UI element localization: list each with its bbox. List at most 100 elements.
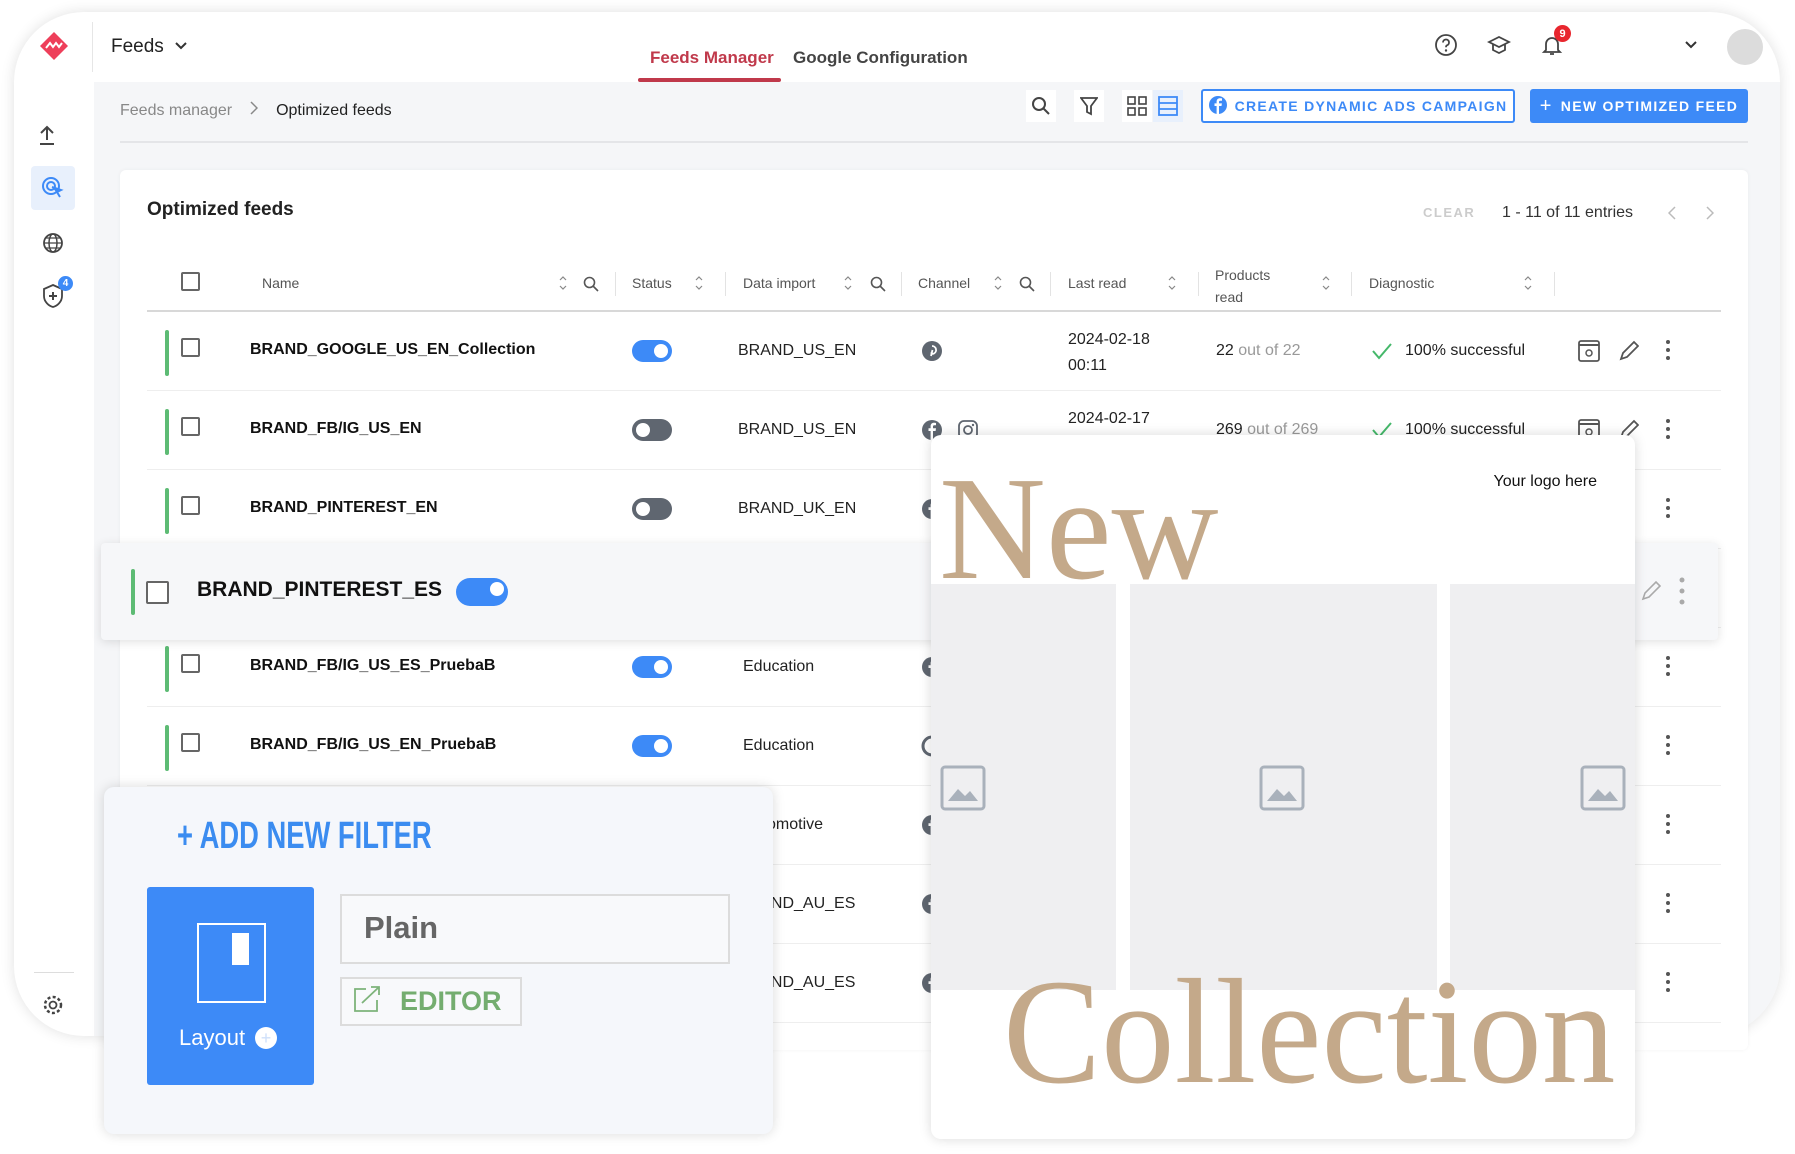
status-toggle[interactable] — [456, 578, 508, 606]
upload-icon[interactable] — [34, 122, 60, 148]
column-separator — [1050, 272, 1051, 296]
sort-icon[interactable] — [1167, 274, 1177, 292]
feed-name[interactable]: BRAND_FB/IG_US_ES_PruebaB — [250, 657, 495, 675]
products-total: out of 22 — [1238, 342, 1301, 359]
preview-eye-icon[interactable] — [1578, 340, 1600, 362]
create-dynamic-ads-campaign-button[interactable]: CREATE DYNAMIC ADS CAMPAIGN — [1201, 89, 1515, 123]
table-row[interactable]: BRAND_GOOGLE_US_EN_Collection BRAND_US_EN… — [147, 312, 1721, 391]
more-options-icon[interactable] — [1677, 575, 1687, 607]
globe-icon[interactable] — [40, 230, 66, 256]
feed-name[interactable]: BRAND_PINTEREST_EN — [250, 499, 438, 517]
more-options-icon[interactable] — [1665, 971, 1671, 993]
shield-badge: 4 — [58, 276, 73, 291]
more-options-icon[interactable] — [1665, 892, 1671, 914]
image-placeholder-icon — [1259, 765, 1305, 811]
add-layout-plus-icon[interactable]: + — [255, 1027, 278, 1049]
grid-view-icon[interactable] — [1122, 90, 1152, 122]
facebook-icon — [1208, 95, 1227, 117]
layout-icon — [197, 923, 266, 1003]
status-bar — [165, 330, 169, 376]
more-options-icon[interactable] — [1665, 734, 1671, 756]
select-all-checkbox[interactable] — [181, 272, 200, 291]
feed-name[interactable]: BRAND_PINTEREST_ES — [197, 578, 442, 602]
divider — [92, 22, 93, 72]
external-edit-icon — [352, 985, 382, 1018]
column-header-data-import[interactable]: Data import — [743, 275, 815, 291]
row-checkbox[interactable] — [181, 338, 200, 357]
column-separator — [1198, 272, 1199, 296]
pagination-entries: 1 - 11 of 11 entries — [1502, 204, 1634, 221]
column-search-icon[interactable] — [1019, 276, 1035, 292]
avatar[interactable] — [1727, 29, 1763, 65]
logo-placeholder: Your logo here — [1493, 473, 1598, 490]
breadcrumb-parent[interactable]: Feeds manager — [120, 102, 232, 120]
academy-hat-icon[interactable] — [1486, 32, 1512, 58]
list-view-icon[interactable] — [1153, 90, 1183, 122]
template-preview: Your logo here New Collection — [931, 435, 1635, 1139]
editor-button[interactable]: EDITOR — [340, 977, 522, 1026]
sort-icon[interactable] — [1523, 274, 1533, 292]
status-bar — [165, 488, 169, 534]
row-checkbox[interactable] — [181, 654, 200, 673]
feed-name[interactable]: BRAND_GOOGLE_US_EN_Collection — [250, 341, 535, 359]
sort-icon[interactable] — [993, 274, 1003, 292]
template-name-input[interactable]: Plain — [340, 894, 730, 964]
column-search-icon[interactable] — [870, 276, 886, 292]
breadcrumb-current: Optimized feeds — [276, 101, 392, 119]
more-options-icon[interactable] — [1665, 813, 1671, 835]
status-bar — [165, 409, 169, 455]
image-placeholder-icon — [940, 765, 986, 811]
headline-collection: Collection — [1003, 949, 1616, 1115]
prev-page-icon[interactable] — [1666, 204, 1678, 222]
status-toggle[interactable] — [632, 735, 672, 757]
next-page-icon[interactable] — [1704, 204, 1716, 222]
new-optimized-feed-button[interactable]: + NEW OPTIMIZED FEED — [1530, 89, 1748, 123]
edit-pencil-icon[interactable] — [1637, 577, 1663, 605]
more-options-icon[interactable] — [1665, 497, 1671, 519]
sort-icon[interactable] — [694, 274, 704, 292]
status-toggle[interactable] — [632, 498, 672, 520]
help-icon[interactable] — [1433, 32, 1459, 58]
status-toggle[interactable] — [632, 419, 672, 441]
sidebar-item-optimize-cursor-icon[interactable] — [31, 166, 75, 210]
more-options-icon[interactable] — [1665, 655, 1671, 677]
filter-icon[interactable] — [1074, 90, 1104, 122]
row-checkbox[interactable] — [181, 496, 200, 515]
chevron-right-icon — [250, 101, 259, 120]
app-menu-dropdown[interactable]: Feeds — [111, 36, 188, 58]
clear-button[interactable]: CLEAR — [1423, 205, 1475, 220]
tab-google-configuration[interactable]: Google Configuration — [793, 48, 968, 68]
data-import: BRAND_UK_EN — [738, 500, 857, 517]
sort-icon[interactable] — [843, 274, 853, 292]
column-header-status[interactable]: Status — [632, 275, 672, 291]
row-checkbox[interactable] — [181, 733, 200, 752]
account-chevron-down-icon[interactable] — [1682, 38, 1700, 52]
column-search-icon[interactable] — [583, 276, 599, 292]
sort-icon[interactable] — [1321, 274, 1331, 292]
column-separator — [901, 272, 902, 296]
column-header-name[interactable]: Name — [262, 275, 299, 291]
filter-panel: + ADD NEW FILTER Layout + Plain EDITOR — [104, 787, 773, 1134]
row-checkbox[interactable] — [146, 581, 169, 604]
tab-feeds-manager[interactable]: Feeds Manager — [650, 48, 774, 68]
column-header-diagnostic[interactable]: Diagnostic — [1369, 275, 1434, 291]
search-icon[interactable] — [1026, 90, 1056, 122]
edit-pencil-icon[interactable] — [1617, 339, 1639, 363]
status-toggle[interactable] — [632, 656, 672, 678]
feed-name[interactable]: BRAND_FB/IG_US_EN_PruebaB — [250, 736, 496, 754]
more-options-icon[interactable] — [1665, 418, 1671, 440]
more-options-icon[interactable] — [1665, 339, 1671, 361]
column-header-last-read[interactable]: Last read — [1068, 275, 1126, 291]
row-checkbox[interactable] — [181, 417, 200, 436]
sort-icon[interactable] — [558, 274, 568, 292]
add-new-filter-button[interactable]: + ADD NEW FILTER — [177, 815, 432, 858]
layout-label: Layout — [179, 1025, 246, 1050]
column-header-channel[interactable]: Channel — [918, 275, 970, 291]
feed-name[interactable]: BRAND_FB/IG_US_EN — [250, 420, 422, 438]
gear-icon[interactable] — [40, 992, 66, 1018]
column-header-products-read[interactable]: Products read — [1215, 264, 1285, 308]
column-separator — [1554, 272, 1555, 296]
brand-logo[interactable] — [38, 30, 70, 62]
status-toggle[interactable] — [632, 340, 672, 362]
layout-card[interactable]: Layout + — [147, 887, 314, 1085]
